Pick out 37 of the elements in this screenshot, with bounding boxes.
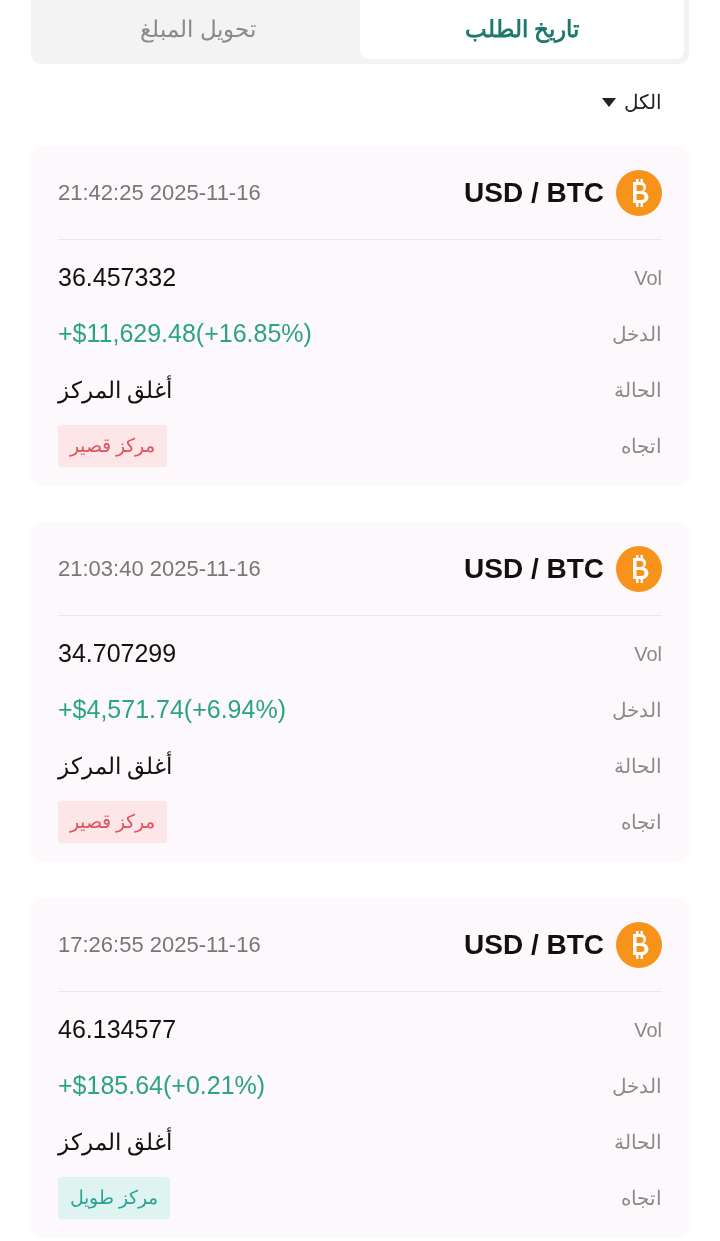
field-label: الحالة — [614, 378, 662, 403]
field-label: اتجاه — [621, 1186, 662, 1211]
order-datetime: 2025-11-16 17:26:55 — [58, 931, 261, 959]
volume-value: 36.457332 — [58, 262, 177, 294]
income-value: +$185.64(+0.21%) — [58, 1070, 266, 1102]
bitcoin-icon — [616, 545, 662, 592]
bitcoin-icon — [616, 169, 662, 216]
field-label: الحالة — [614, 754, 662, 779]
bitcoin-icon — [616, 921, 662, 968]
status-value: أغلق المركز — [58, 1126, 173, 1158]
field-label: Vol — [634, 642, 662, 667]
tab[interactable]: تحويل المبلغ — [36, 0, 360, 59]
field-label: الدخل — [612, 1074, 662, 1099]
income-value: +$4,571.74(+6.94%) — [58, 694, 286, 726]
field-label: الحالة — [614, 1130, 662, 1155]
field-label: اتجاه — [621, 434, 662, 459]
field-label: الدخل — [612, 698, 662, 723]
order-datetime: 2025-11-16 21:03:40 — [58, 555, 261, 583]
status-value: أغلق المركز — [58, 750, 173, 782]
direction-badge: مركز طويل — [58, 1176, 171, 1220]
tab[interactable]: تاريخ الطلب — [360, 0, 684, 59]
pair-name: USD / BTC — [464, 927, 604, 962]
field-label: اتجاه — [621, 810, 662, 835]
filter-dropdown[interactable]: الكل — [602, 87, 662, 117]
field-label: Vol — [634, 1018, 662, 1043]
direction-badge: مركز قصير — [58, 424, 168, 468]
direction-badge: مركز قصير — [58, 800, 168, 844]
order-datetime: 2025-11-16 21:42:25 — [58, 179, 261, 207]
caret-icon — [602, 97, 616, 107]
income-value: +$11,629.48(+16.85%) — [58, 318, 312, 350]
field-label: Vol — [634, 266, 662, 291]
pair-name: USD / BTC — [464, 551, 604, 586]
pair-name: USD / BTC — [464, 175, 604, 210]
field-label: الدخل — [612, 322, 662, 347]
volume-value: 34.707299 — [58, 638, 177, 670]
status-value: أغلق المركز — [58, 374, 173, 406]
volume-value: 46.134577 — [58, 1014, 177, 1046]
